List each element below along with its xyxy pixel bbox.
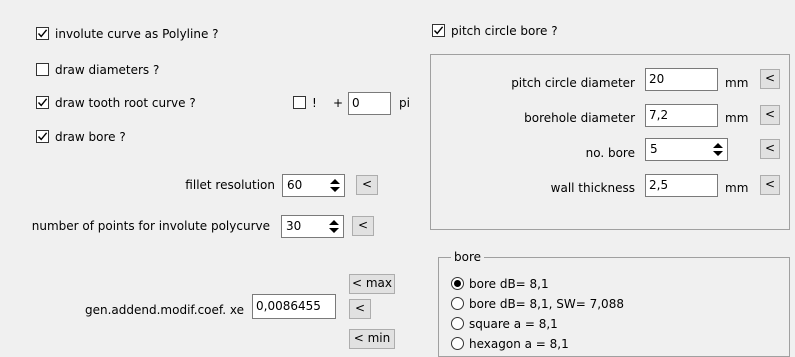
pitch-diameter-label: pitch circle diameter [511, 76, 635, 90]
bore-option-round-label: bore dB= 8,1 [469, 277, 549, 291]
pitch-circle-bore-checkbox[interactable] [432, 24, 445, 37]
exclaim-label: ! [312, 96, 317, 110]
fillet-reset-button[interactable]: < [356, 175, 378, 195]
wall-thickness-label: wall thickness [550, 181, 635, 195]
pitch-diameter-unit: mm [725, 76, 749, 90]
addend-coef-input[interactable]: 0,0086455 [252, 294, 336, 319]
fillet-resolution-spinner[interactable]: 60 [282, 174, 345, 197]
no-bore-spinner[interactable]: 5 [645, 138, 728, 161]
bore-option-square-radio[interactable] [451, 317, 464, 330]
fillet-resolution-value: 60 [287, 178, 303, 192]
draw-diameters-label: draw diameters ? [55, 63, 160, 77]
borehole-diameter-label: borehole diameter [524, 111, 635, 125]
spin-arrows-icon[interactable] [327, 218, 341, 235]
pitch-diameter-reset-button[interactable]: < [760, 69, 780, 89]
bore-group-title: bore [451, 250, 485, 264]
borehole-diameter-input[interactable]: 7,2 [645, 104, 718, 127]
pi-offset-input[interactable]: 0 [348, 92, 391, 115]
involute-points-value: 30 [286, 219, 302, 233]
spin-arrows-icon[interactable] [328, 177, 342, 194]
bore-option-hexagon-radio[interactable] [451, 337, 464, 350]
checkmark-icon [37, 98, 48, 107]
checkmark-icon [37, 132, 48, 141]
checkmark-icon [37, 29, 48, 38]
draw-bore-label: draw bore ? [55, 130, 126, 144]
radio-selected-dot [454, 280, 461, 287]
involute-points-label: number of points for involute polycurve [31, 219, 270, 233]
addend-coef-label: gen.addend.modif.coef. xe [85, 303, 244, 317]
spin-arrows-icon[interactable] [711, 141, 725, 158]
draw-diameters-checkbox[interactable] [36, 63, 49, 76]
draw-root-curve-checkbox[interactable] [36, 96, 49, 109]
wall-thickness-unit: mm [725, 181, 749, 195]
addend-max-button[interactable]: < max [349, 274, 395, 294]
involute-polyline-checkbox[interactable] [36, 27, 49, 40]
pi-unit-label: pi [399, 96, 410, 110]
bore-option-flat-label: bore dB= 8,1, SW= 7,088 [469, 297, 624, 311]
no-bore-value: 5 [650, 142, 658, 156]
draw-bore-checkbox[interactable] [36, 130, 49, 143]
wall-thickness-input[interactable]: 2,5 [645, 174, 718, 197]
bore-option-square-label: square a = 8,1 [469, 317, 558, 331]
involute-points-spinner[interactable]: 30 [281, 215, 344, 238]
involute-points-reset-button[interactable]: < [352, 216, 374, 236]
addend-min-button[interactable]: < min [349, 329, 395, 349]
plus-label: + [333, 96, 344, 110]
pitch-diameter-input[interactable]: 20 [645, 68, 718, 91]
bore-option-round-radio[interactable] [451, 277, 464, 290]
exclaim-checkbox[interactable] [293, 96, 306, 109]
no-bore-label: no. bore [585, 146, 635, 160]
pitch-circle-bore-label: pitch circle bore ? [451, 24, 558, 38]
draw-root-curve-label: draw tooth root curve ? [55, 96, 196, 110]
fillet-resolution-label: fillet resolution [185, 178, 275, 192]
checkmark-icon [433, 26, 444, 35]
no-bore-reset-button[interactable]: < [760, 139, 780, 159]
addend-reset-button[interactable]: < [349, 299, 371, 319]
borehole-diameter-unit: mm [725, 111, 749, 125]
involute-polyline-label: involute curve as Polyline ? [55, 27, 219, 41]
borehole-diameter-reset-button[interactable]: < [760, 105, 780, 125]
wall-thickness-reset-button[interactable]: < [760, 175, 780, 195]
bore-option-flat-radio[interactable] [451, 297, 464, 310]
